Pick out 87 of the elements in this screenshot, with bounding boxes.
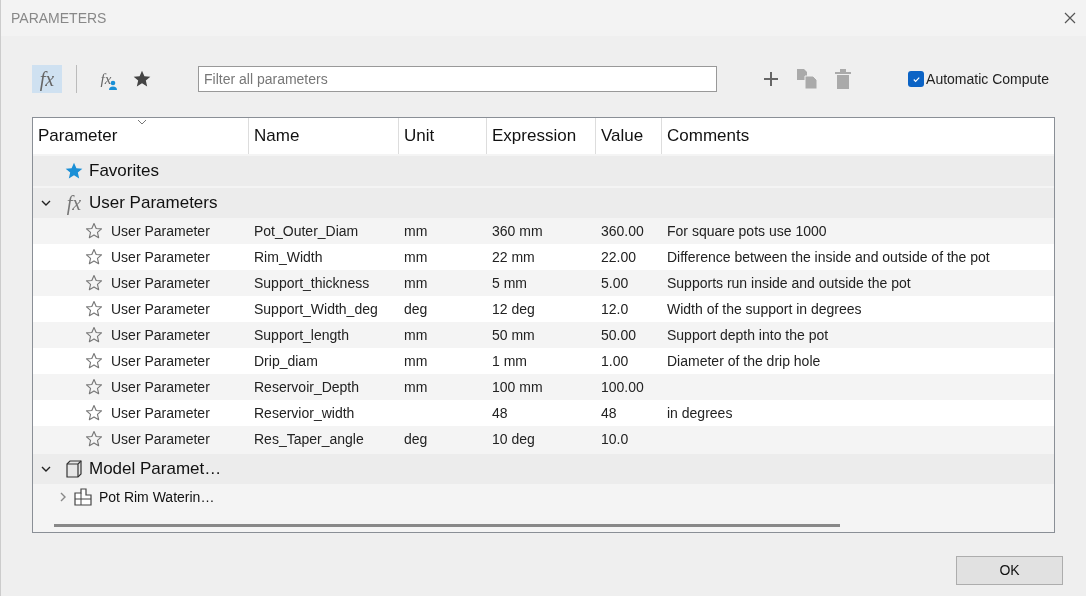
- column-header[interactable]: Parameter: [33, 118, 249, 154]
- favorite-star-icon[interactable]: [85, 430, 103, 448]
- value-cell: 48: [601, 404, 617, 421]
- favorite-star-icon[interactable]: [85, 248, 103, 266]
- value-cell: 100.00: [601, 378, 644, 395]
- comment-cell: Support depth into the pot: [667, 326, 829, 343]
- parameter-cell-text: User Parameter: [111, 325, 210, 345]
- component-icon: [73, 487, 93, 507]
- name-cell: Reservoir_Depth: [254, 378, 360, 395]
- ok-button[interactable]: OK: [956, 556, 1063, 585]
- close-icon[interactable]: [1064, 12, 1076, 24]
- unit-cell: deg: [404, 300, 428, 317]
- parameter-cell-text: User Parameter: [111, 299, 210, 319]
- unit-cell: mm: [404, 352, 428, 369]
- expression-cell: 22 mm: [492, 248, 535, 265]
- value-cell: 10.0: [601, 430, 629, 447]
- all-parameters-filter[interactable]: fx: [32, 65, 62, 93]
- parameter-cell-text: User Parameter: [111, 221, 210, 241]
- name-cell: Res_Taper_angle: [254, 430, 364, 447]
- user-parameters-filter[interactable]: fx: [91, 65, 121, 93]
- comment-cell: in degrees: [667, 404, 733, 421]
- name-cell: Support_length: [254, 326, 349, 343]
- add-icon[interactable]: [763, 71, 779, 87]
- value-cell: 50.00: [601, 326, 637, 343]
- parameter-cell-text: User Parameter: [111, 247, 210, 267]
- expression-cell: 10 deg: [492, 430, 535, 447]
- comment-cell: Supports run inside and outside the pot: [667, 274, 911, 291]
- checkmark-icon: [911, 74, 921, 84]
- unit-cell: mm: [404, 326, 428, 343]
- value-cell: 360.00: [601, 222, 644, 239]
- component-label[interactable]: Pot Rim Waterin…: [99, 486, 215, 508]
- favorite-star-icon[interactable]: [85, 378, 103, 396]
- unit-cell: mm: [404, 248, 428, 265]
- group-label[interactable]: User Parameters: [89, 190, 218, 216]
- parameter-cell-text: User Parameter: [111, 403, 210, 423]
- sort-icon[interactable]: [137, 119, 147, 125]
- value-cell: 12.0: [601, 300, 629, 317]
- column-header[interactable]: Name: [249, 118, 399, 154]
- horizontal-scrollbar[interactable]: [54, 523, 840, 527]
- expression-cell: 5 mm: [492, 274, 527, 291]
- star-icon: [132, 69, 152, 89]
- name-cell: Support_Width_deg: [254, 300, 378, 317]
- function-icon: fx: [66, 193, 82, 213]
- unit-cell: mm: [404, 222, 428, 239]
- parameter-cell-text: User Parameter: [111, 377, 210, 397]
- column-header[interactable]: Value: [596, 118, 662, 154]
- name-cell: Rim_Width: [254, 248, 323, 265]
- cube-icon: [64, 459, 84, 479]
- name-cell: Support_thickness: [254, 274, 370, 291]
- name-cell: Pot_Outer_Diam: [254, 222, 359, 239]
- automatic-compute-checkbox[interactable]: [908, 71, 925, 87]
- name-cell: Reservior_width: [254, 404, 355, 421]
- parameter-cell-text: User Parameter: [111, 351, 210, 371]
- expression-cell: 100 mm: [492, 378, 543, 395]
- expression-cell: 12 deg: [492, 300, 535, 317]
- unit-cell: mm: [404, 274, 428, 291]
- favorite-star-icon[interactable]: [85, 274, 103, 292]
- comment-cell: Diameter of the drip hole: [667, 352, 821, 369]
- checkbox-label: Automatic Compute: [926, 69, 1049, 89]
- group-label[interactable]: Favorites: [89, 158, 159, 184]
- comment-cell: For square pots use 1000: [667, 222, 827, 239]
- favorite-star-icon[interactable]: [85, 300, 103, 318]
- expression-cell: 1 mm: [492, 352, 527, 369]
- filter-field[interactable]: Filter all parameters: [198, 66, 717, 92]
- value-cell: 1.00: [601, 352, 629, 369]
- star-icon[interactable]: [64, 161, 84, 181]
- column-header[interactable]: Expression: [487, 118, 596, 154]
- parameter-cell-text: User Parameter: [111, 273, 210, 293]
- value-cell: 5.00: [601, 274, 629, 291]
- name-cell: Drip_diam: [254, 352, 318, 369]
- value-cell: 22.00: [601, 248, 637, 265]
- expression-cell: 48: [492, 404, 508, 421]
- unit-cell: mm: [404, 378, 428, 395]
- column-header[interactable]: Unit: [399, 118, 487, 154]
- group-label[interactable]: Model Paramet…: [89, 456, 222, 482]
- comment-cell: Difference between the inside and outside of the pot: [667, 248, 990, 265]
- favorite-star-icon[interactable]: [85, 326, 103, 344]
- favorite-star-icon[interactable]: [85, 352, 103, 370]
- window-title: PARAMETERS: [11, 8, 107, 28]
- favorite-star-icon[interactable]: [85, 404, 103, 422]
- comment-cell: Width of the support in degrees: [667, 300, 862, 317]
- column-header[interactable]: Comments: [662, 118, 1054, 154]
- unit-cell: deg: [404, 430, 428, 447]
- expression-cell: 50 mm: [492, 326, 535, 343]
- favorite-star-icon[interactable]: [85, 222, 103, 240]
- parameter-cell-text: User Parameter: [111, 429, 210, 449]
- expression-cell: 360 mm: [492, 222, 543, 239]
